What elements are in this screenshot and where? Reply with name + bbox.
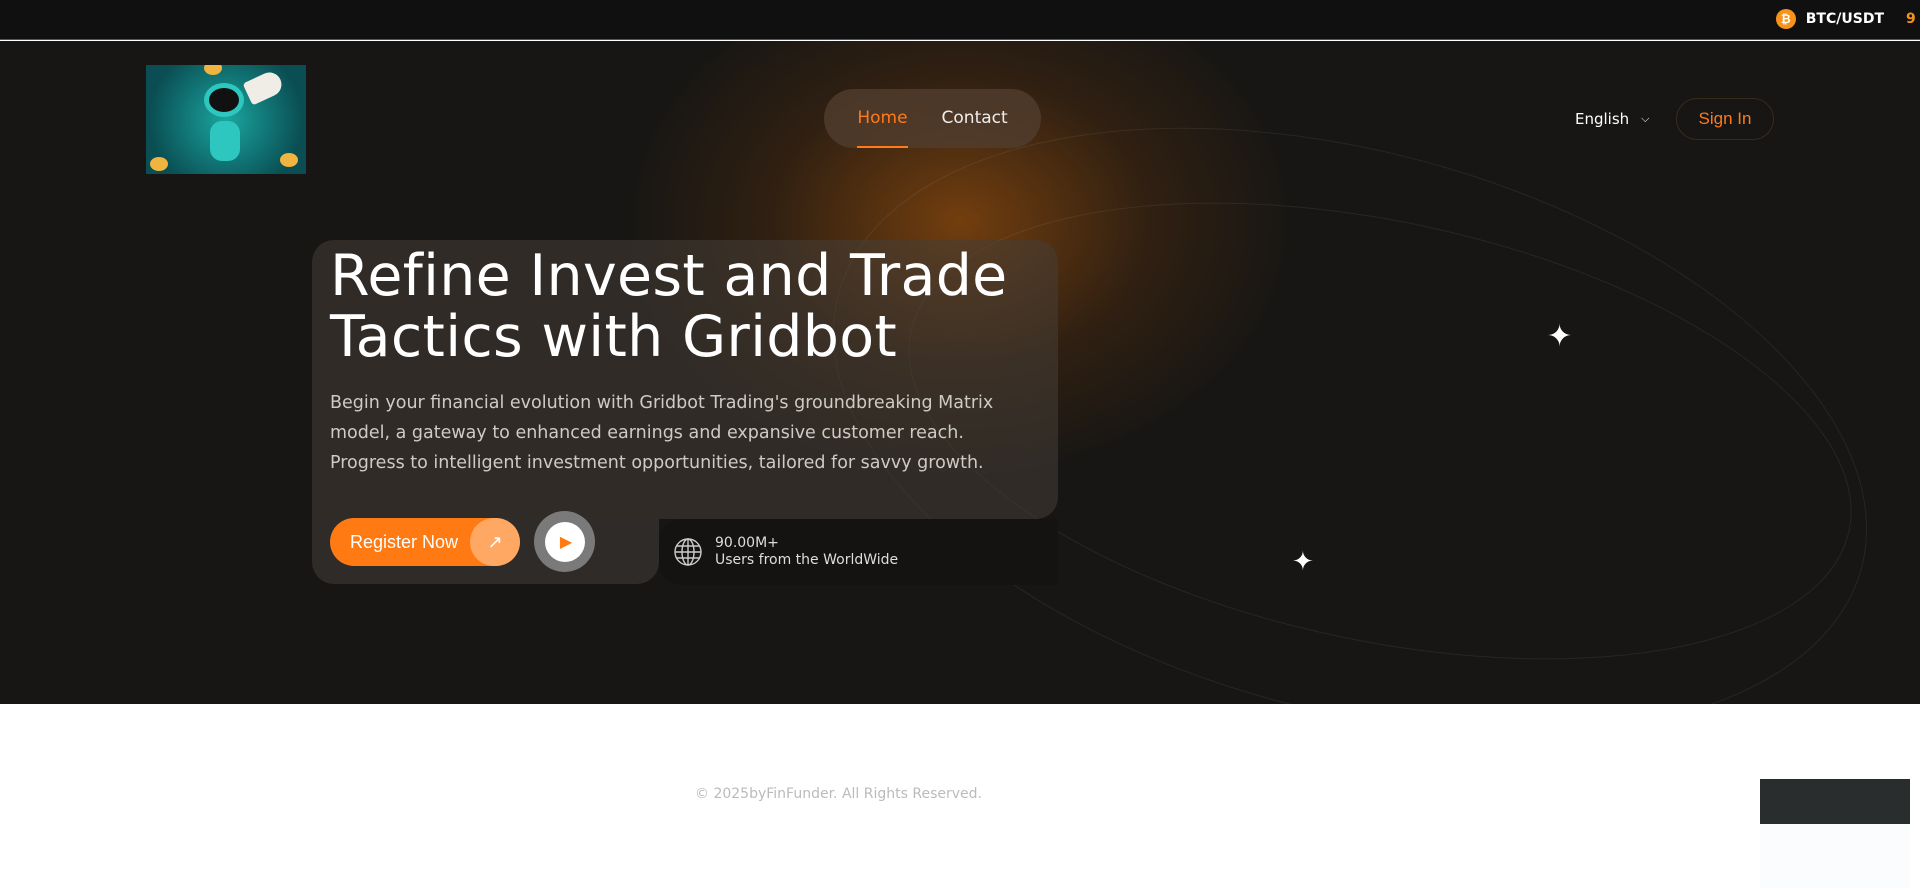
ticker-item: ₿ BTC/USDT 9	[1775, 9, 1920, 29]
users-stats: 90.00M+ Users from the WorldWide	[659, 519, 1058, 585]
language-label: English	[1575, 110, 1630, 128]
globe-icon	[674, 538, 702, 566]
bitcoin-icon: ₿	[1775, 9, 1796, 29]
sparkle-icon: ✦	[1547, 319, 1573, 354]
ticker-value: 9	[1906, 11, 1916, 27]
logo[interactable]	[146, 65, 306, 174]
stats-label: Users from the WorldWide	[715, 552, 899, 568]
sparkle-icon: ✦	[1292, 547, 1314, 577]
nav-home[interactable]: Home	[857, 89, 908, 148]
language-select[interactable]: English ⌵	[1575, 110, 1650, 128]
floating-widget[interactable]	[1760, 779, 1910, 888]
register-now-button[interactable]: Register Now ↗	[330, 518, 520, 566]
chevron-down-icon: ⌵	[1641, 112, 1650, 125]
stats-value: 90.00M+	[715, 535, 779, 551]
register-label: Register Now	[350, 531, 459, 552]
top-ticker-bar: ₿ BTC/USDT 9	[0, 0, 1920, 40]
nav-contact[interactable]: Contact	[942, 89, 1008, 148]
main-nav: Home Contact	[824, 89, 1041, 148]
sign-in-button[interactable]: Sign In	[1676, 98, 1774, 140]
copyright-text: © 2025byFinFunder. All Rights Reserved.	[695, 786, 982, 802]
arrow-up-right-icon: ↗	[470, 518, 520, 566]
hero-description: Begin your financial evolution with Grid…	[330, 393, 994, 473]
hero-title: Refine Invest and Trade Tactics with Gri…	[330, 243, 1008, 370]
play-video-button[interactable]: ▶	[534, 511, 595, 572]
play-icon: ▶	[544, 521, 585, 562]
ticker-pair: BTC/USDT	[1805, 11, 1884, 27]
